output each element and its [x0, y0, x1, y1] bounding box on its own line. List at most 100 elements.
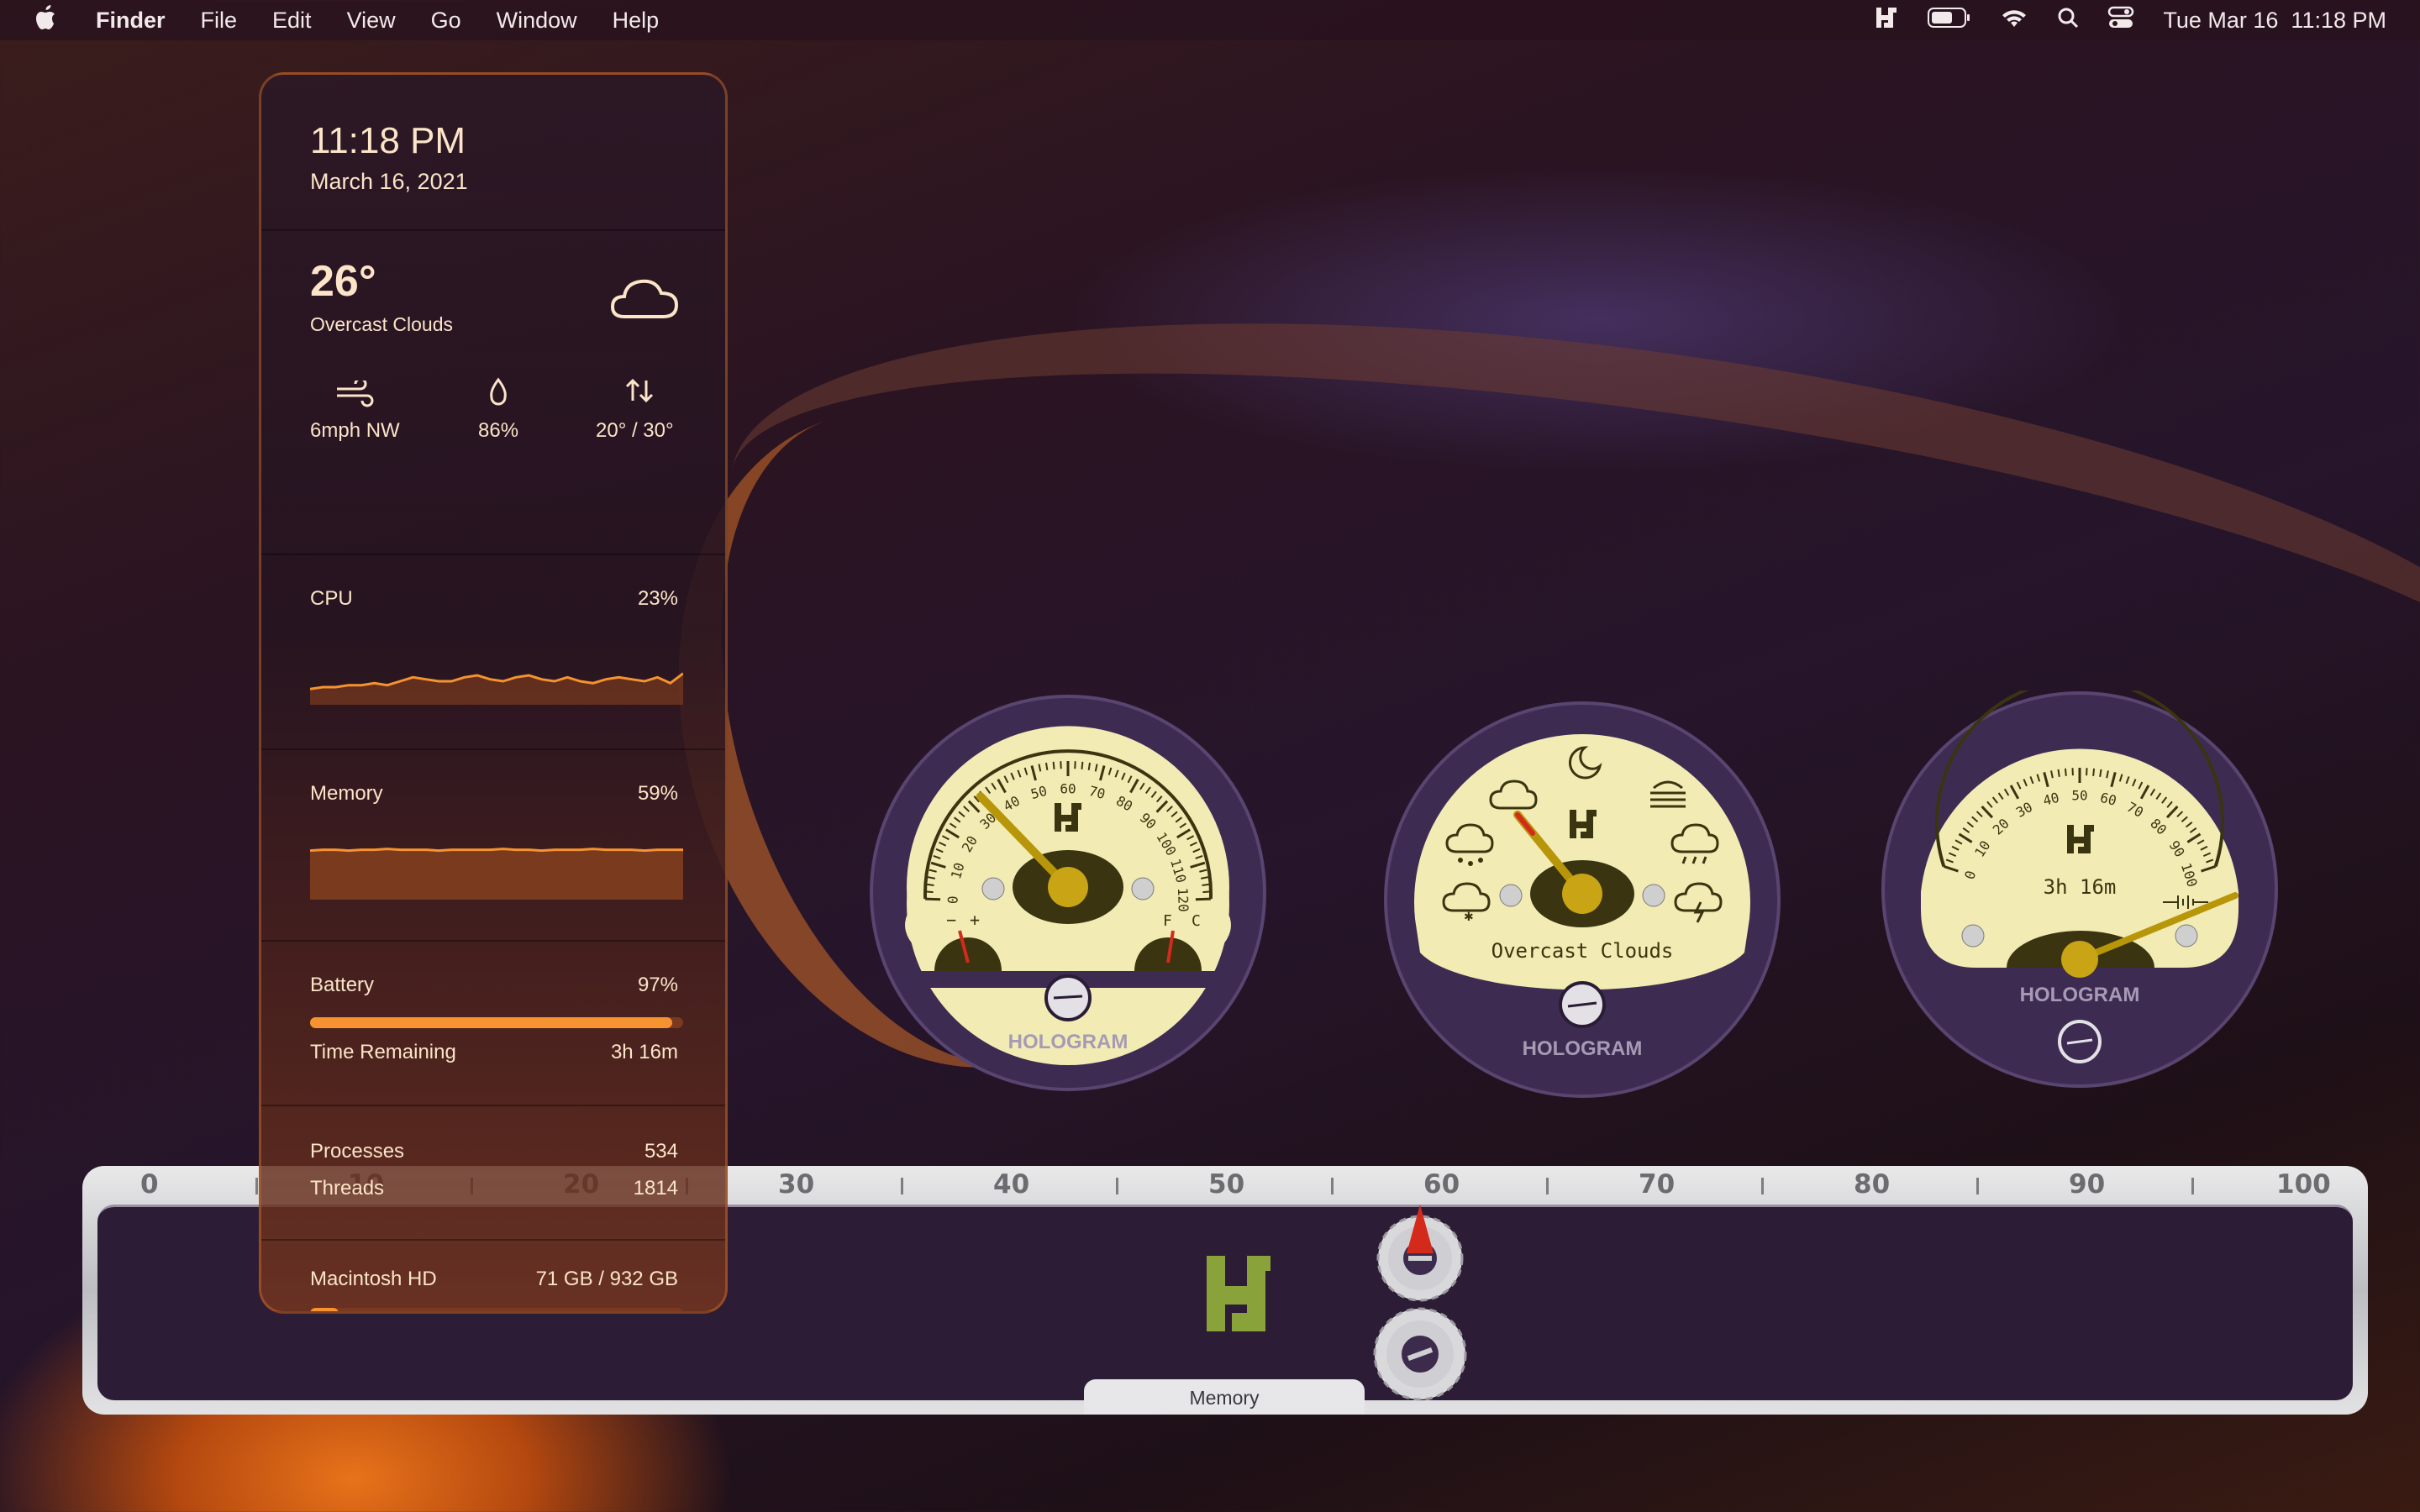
gauge-tick — [1202, 890, 1211, 894]
disk-bar — [310, 1308, 683, 1311]
clock-section: 11:18 PM March 16, 2021 — [261, 75, 725, 231]
hologram-stats-widget: 11:18 PM March 16, 2021 26° Overcast Clo… — [259, 72, 728, 1314]
gauge-tick — [2099, 769, 2102, 777]
ruler-tick-mark — [1116, 1178, 1118, 1194]
disk-section: Macintosh HD 71 GB / 932 GB — [261, 1239, 725, 1311]
widget-date: March 16, 2021 — [310, 169, 468, 194]
gauge-tick — [1195, 897, 1211, 901]
widget-time: 11:18 PM — [310, 120, 466, 161]
ruler-tick-label: 60 — [1423, 1169, 1460, 1200]
menu-app-name[interactable]: Finder — [96, 8, 166, 34]
graph-area — [310, 848, 683, 900]
cpu-value: 23% — [637, 587, 678, 610]
battery-section: Battery 97% Time Remaining 3h 16m — [261, 940, 725, 1106]
battery-gauge-text: 3h 16m — [2044, 875, 2117, 899]
gauge-tick-label: 60 — [1060, 781, 1076, 797]
weather-gauge-text: Overcast Clouds — [1491, 939, 1674, 963]
gauge-tick — [2064, 768, 2067, 776]
gauge-plus-label: + — [970, 910, 980, 930]
memory-value: 59% — [637, 782, 678, 805]
menu-window[interactable]: Window — [497, 8, 577, 34]
ruler-tick-label: 90 — [2069, 1169, 2106, 1200]
gauge-tick — [925, 897, 941, 901]
disk-label: Macintosh HD — [310, 1268, 437, 1290]
gauge-f-label: F — [1163, 912, 1172, 930]
gauge-brand-label: HOLOGRAM — [2020, 984, 2140, 1006]
graph-line — [310, 848, 683, 853]
ruler-tick-label: 40 — [993, 1169, 1030, 1200]
humidity-drop-icon — [490, 377, 507, 406]
ruler-pointer-gears[interactable] — [1370, 1205, 1470, 1406]
memory-section: Memory 59% — [261, 748, 725, 942]
battery-bar-fill — [310, 1017, 672, 1028]
ruler-tick-label: 70 — [1639, 1169, 1676, 1200]
processes-label: Processes — [310, 1140, 405, 1163]
cpu-label: CPU — [310, 587, 353, 610]
battery-bar — [310, 1017, 683, 1028]
gauge-tick — [1045, 762, 1049, 771]
cpu-history-graph — [310, 672, 683, 705]
menu-go[interactable]: Go — [431, 8, 461, 34]
menu-edit[interactable]: Edit — [272, 8, 312, 34]
menu-help[interactable]: Help — [613, 8, 660, 34]
wifi-icon[interactable] — [2000, 7, 2028, 34]
ruler-tick-mark — [2191, 1178, 2194, 1194]
ruler-tick-label: 100 — [2276, 1169, 2331, 1200]
ruler-tick-label: 80 — [1854, 1169, 1891, 1200]
disk-bar-fill — [310, 1308, 339, 1311]
time-remaining-value: 3h 16m — [610, 1041, 678, 1063]
cloud-icon — [610, 279, 679, 318]
wind-icon — [337, 381, 374, 407]
apple-menu-icon[interactable] — [35, 4, 57, 36]
gauge-brand-label: HOLOGRAM — [1008, 1031, 1128, 1053]
memory-label: Memory — [310, 782, 383, 805]
time-remaining-label: Time Remaining — [310, 1041, 456, 1063]
process-section: Processes 534 Threads 1814 — [261, 1105, 725, 1241]
weather-humidity: 86% — [478, 419, 519, 442]
weather-section: 26° Overcast Clouds 6mph NW 86% 20° / 30… — [261, 229, 725, 555]
ruler-tick-mark — [255, 1178, 258, 1194]
weather-temp: 26° — [310, 257, 376, 306]
gauge-tick — [1052, 761, 1055, 769]
gauge-tick — [925, 890, 934, 894]
gauge-tick — [2057, 769, 2060, 777]
gauge-tick — [2092, 768, 2096, 776]
hologram-logo-icon — [1207, 1256, 1270, 1331]
search-icon[interactable] — [2057, 7, 2079, 34]
gauge-c-label: C — [1192, 912, 1201, 930]
battery-gauge[interactable]: 0102030 40 50 60 708090100 3h 16m HOLOGRAM — [1881, 690, 2279, 1089]
temperature-range-icon — [625, 378, 654, 403]
ruler-tick-mark — [1976, 1178, 1979, 1194]
ruler-tick-mark — [901, 1178, 903, 1194]
ruler-tick-label: 30 — [778, 1169, 815, 1200]
battery-value: 97% — [637, 974, 678, 996]
weather-condition: Overcast Clouds — [310, 313, 454, 335]
weather-temp-range: 20° / 30° — [596, 419, 674, 442]
gauge-tick — [1081, 761, 1084, 769]
menu-clock[interactable]: Tue Mar 16 11:18 PM — [2163, 8, 2386, 34]
menu-file[interactable]: File — [201, 8, 238, 34]
gauge-tick-label: 50 — [2071, 788, 2087, 804]
memory-history-graph — [310, 848, 683, 900]
battery-icon[interactable] — [1928, 7, 1971, 34]
menu-bar: Finder File Edit View Go Window Help Tue… — [0, 0, 2420, 40]
cpu-gauge[interactable]: 01020304050 60 708090100110120 − + F C HOL… — [869, 694, 1267, 1092]
disk-value: 71 GB / 932 GB — [535, 1268, 678, 1290]
hologram-icon[interactable] — [1874, 5, 1899, 36]
gauge-tick-label: 120 — [1175, 887, 1192, 912]
battery-label: Battery — [310, 974, 375, 996]
control-center-icon[interactable] — [2107, 6, 2134, 35]
gauge-minus-label: − — [946, 910, 956, 930]
svg-text:✱: ✱ — [1464, 910, 1474, 923]
processes-value: 534 — [644, 1140, 678, 1163]
ruler-tick-label: 0 — [140, 1169, 159, 1200]
ruler-tick-mark — [1761, 1178, 1764, 1194]
gauge-tick-label: 0 — [944, 895, 960, 904]
ruler-tick-mark — [1546, 1178, 1549, 1194]
weather-gauge[interactable]: ✱ Overcast Clouds HOLOGRAM — [1383, 701, 1781, 1099]
cpu-section: CPU 23% — [261, 554, 725, 750]
threads-value: 1814 — [633, 1177, 678, 1200]
threads-label: Threads — [310, 1177, 385, 1200]
menu-view[interactable]: View — [347, 8, 396, 34]
ruler-tick-mark — [1331, 1178, 1334, 1194]
